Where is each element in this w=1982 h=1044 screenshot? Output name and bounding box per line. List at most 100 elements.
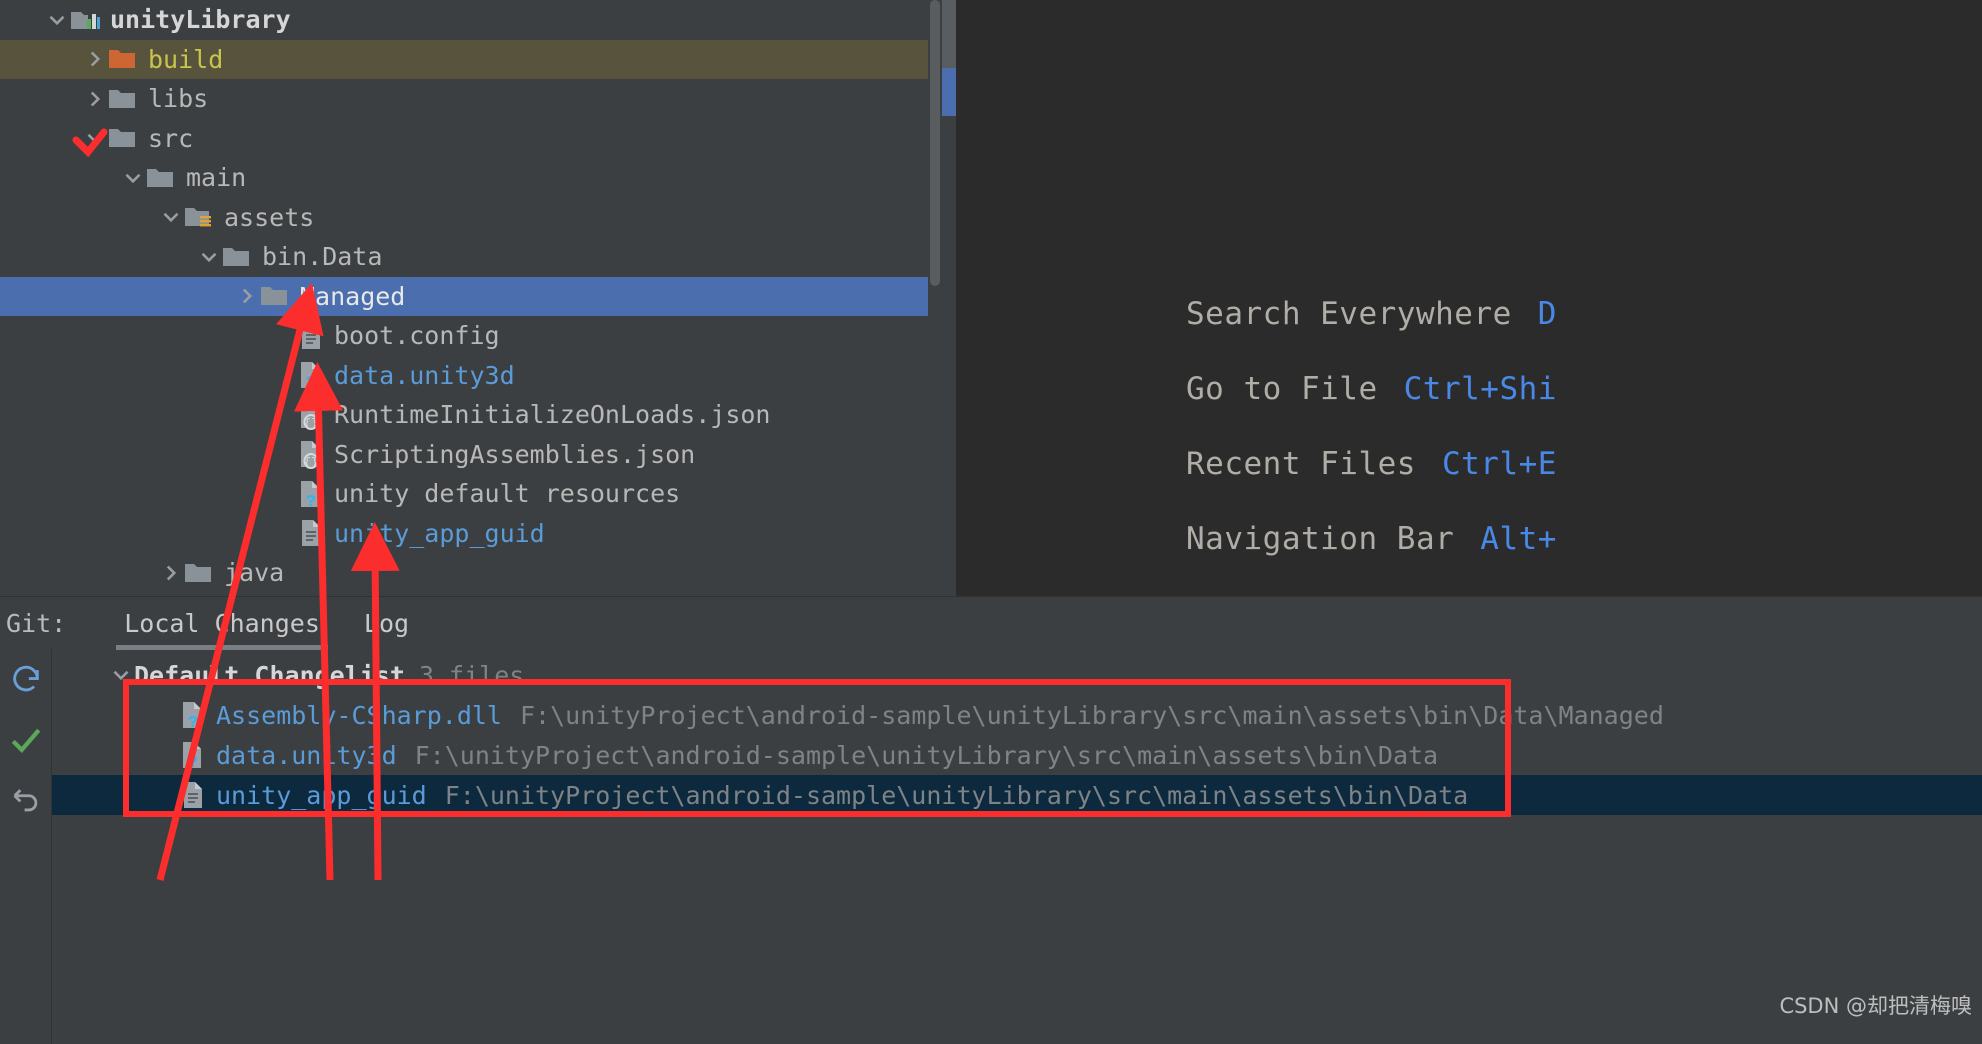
tree-item-build[interactable]: build: [0, 39, 942, 79]
file-json-icon: {}: [298, 439, 324, 470]
tree-scrollbar-thumb[interactable]: [930, 0, 940, 286]
chevron-right-icon[interactable]: [82, 46, 108, 72]
tree-item-label: RuntimeInitializeOnLoads.json: [334, 400, 771, 430]
tree-item-label: main: [186, 163, 247, 193]
svg-text:?: ?: [306, 493, 316, 509]
project-tree-rows: unityLibrary build libs src main assets bin.Da…: [0, 0, 942, 593]
git-content: Default Changelist 3 files ? Assembly-CSh…: [0, 649, 1982, 1044]
svg-text:?: ?: [188, 754, 198, 770]
marker-selected: [942, 68, 956, 116]
changelist-file-path: F:\unityProject\android-sample\unityLibr…: [444, 780, 1469, 810]
chevron-down-icon[interactable]: [158, 204, 184, 230]
tree-item-unitylibrary[interactable]: unityLibrary: [0, 0, 942, 40]
tip-action-label: Navigation Bar: [1186, 521, 1455, 557]
file-json-icon: {}: [298, 400, 324, 431]
csdn-watermark: CSDN @却把清梅嗅: [1779, 994, 1972, 1018]
changelist-row[interactable]: ? data.unity3d F:\unityProject\android-sam…: [52, 735, 1982, 775]
tree-item-label: assets: [224, 202, 315, 232]
changelist-file-path: F:\unityProject\android-sample\unityLibr…: [519, 700, 1664, 730]
tree-item-label: data.unity3d: [334, 360, 515, 390]
tree-item-label: src: [148, 123, 194, 153]
tree-item-label: unity_app_guid: [334, 518, 545, 548]
tip-shortcut-key: Alt+: [1480, 521, 1557, 557]
tree-item-label: build: [148, 44, 224, 74]
git-tool-label: Git:: [6, 608, 67, 638]
chevron-right-icon[interactable]: [234, 283, 260, 309]
tab-log[interactable]: Log: [342, 609, 431, 638]
folder-icon: [108, 86, 138, 112]
tip-recent-files: Recent Files Ctrl+E: [1186, 446, 1982, 482]
tree-item-label: ScriptingAssemblies.json: [334, 439, 696, 469]
file-unknown-icon: ?: [180, 740, 206, 773]
chevron-down-icon[interactable]: [196, 244, 222, 270]
changelist-header[interactable]: Default Changelist 3 files: [52, 655, 1982, 695]
project-tree-panel[interactable]: unityLibrary build libs src main assets bin.Da…: [0, 0, 942, 596]
tip-shortcut-key: Ctrl+E: [1441, 446, 1557, 482]
chevron-down-icon[interactable]: [120, 165, 146, 191]
folder-icon: [146, 165, 176, 191]
rollback-icon[interactable]: [9, 783, 43, 817]
chevron-right-icon[interactable]: [82, 86, 108, 112]
tree-item-boot-config[interactable]: boot.config: [0, 316, 942, 356]
changelist-count: 3 files: [418, 660, 525, 690]
tree-item-unity-app-guid[interactable]: unity_app_guid: [0, 514, 942, 554]
file-text-icon: [298, 518, 324, 548]
tip-action-label: Recent Files: [1186, 446, 1416, 482]
chevron-down-icon[interactable]: [82, 125, 108, 151]
tree-item-label: unity default resources: [334, 479, 681, 509]
file-unknown-icon: ?: [180, 700, 206, 733]
tree-item-bin-data[interactable]: bin.Data: [0, 237, 942, 277]
file-unknown-icon: ?: [298, 360, 324, 393]
tree-item-label: Managed: [300, 281, 406, 311]
git-side-toolbar: [0, 649, 52, 1044]
editor-marker-strip[interactable]: [942, 0, 956, 596]
tree-item-src[interactable]: src: [0, 119, 942, 159]
chevron-right-icon[interactable]: [158, 560, 184, 586]
folder-icon: [184, 560, 214, 586]
changelist-file-path: F:\unityProject\android-sample\unityLibr…: [414, 740, 1439, 770]
git-tool-window: Git: Local Changes Log Default Changelis…: [0, 596, 1982, 1044]
folder-icon: [222, 244, 252, 270]
folder-icon: [260, 283, 290, 309]
module-icon: [70, 7, 100, 33]
changelist-row[interactable]: ? Assembly-CSharp.dll F:\unityProject\andr…: [52, 695, 1982, 735]
marker-grey: [942, 0, 956, 68]
checkmark-icon[interactable]: [9, 723, 43, 757]
file-text-icon: [180, 780, 206, 810]
tree-item-assets[interactable]: assets: [0, 198, 942, 238]
svg-text:?: ?: [188, 714, 198, 730]
editor-placeholder-panel: Search Everywhere D Go to File Ctrl+Shi Rece…: [942, 0, 1982, 596]
tree-item-main[interactable]: main: [0, 158, 942, 198]
tab-local-changes[interactable]: Local Changes: [102, 609, 342, 650]
tip-action-label: Search Everywhere: [1186, 296, 1512, 332]
tree-item-label: java: [224, 558, 285, 588]
tip-navigation-bar: Navigation Bar Alt+: [1186, 521, 1982, 557]
tree-item-libs[interactable]: libs: [0, 79, 942, 119]
tree-item-unity-default-resources[interactable]: ? unity default resources: [0, 474, 942, 514]
tree-item-java[interactable]: java: [0, 553, 942, 593]
file-unknown-icon: ?: [298, 479, 324, 512]
changelist-file-name: data.unity3d: [216, 740, 397, 770]
tree-item-managed[interactable]: Managed: [0, 276, 942, 316]
changelist-row[interactable]: unity_app_guid F:\unityProject\android-sa…: [52, 775, 1982, 815]
refresh-icon[interactable]: [9, 663, 43, 697]
chevron-down-icon[interactable]: [44, 7, 70, 33]
ide-window: unityLibrary build libs src main assets bin.Da…: [0, 0, 1982, 1044]
changelist-rows: ? Assembly-CSharp.dll F:\unityProject\andr…: [52, 695, 1982, 815]
tree-scrollbar[interactable]: [928, 0, 942, 596]
chevron-down-icon[interactable]: [108, 662, 134, 688]
changelist-title: Default Changelist: [134, 660, 405, 690]
svg-text:{}: {}: [304, 456, 318, 469]
tree-item-runtimeinitializeonloads-json[interactable]: {} RuntimeInitializeOnLoads.json: [0, 395, 942, 435]
changelist-file-name: Assembly-CSharp.dll: [216, 700, 502, 730]
tree-item-label: boot.config: [334, 321, 500, 351]
tree-item-data-unity3d[interactable]: ? data.unity3d: [0, 356, 942, 396]
shortcut-tips-list: Search Everywhere D Go to File Ctrl+Shi Rece…: [1186, 296, 1982, 596]
tree-item-scriptingassemblies-json[interactable]: {} ScriptingAssemblies.json: [0, 435, 942, 475]
